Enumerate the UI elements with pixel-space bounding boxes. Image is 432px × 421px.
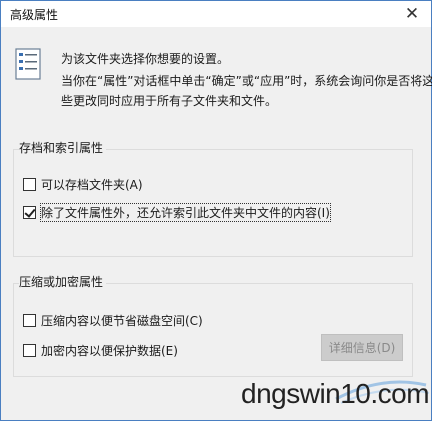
intro-text-line-3: 些更改同时应用于所有子文件夹和文件。 [61,94,278,108]
intro-text-line-1: 为该文件夹选择你想要的设置。 [61,52,230,66]
archive-checkbox-label: 可以存档文件夹(A) [41,178,143,192]
compress-encrypt-group-label: 压缩或加密属性 [19,273,107,290]
compress-checkbox[interactable] [23,314,36,327]
encrypt-checkbox-row[interactable]: 加密内容以便保护数据(E) [23,342,178,359]
encrypt-checkbox[interactable] [23,344,36,357]
details-button[interactable]: 详细信息(D) [321,334,403,361]
compress-encrypt-groupbox [13,283,413,377]
index-content-checkbox[interactable] [23,206,36,219]
compress-checkbox-label: 压缩内容以便节省磁盘空间(C) [41,314,203,328]
watermark-text: dngswin10.com [241,378,430,409]
advanced-attributes-dialog: 高级属性 ✕ 为该文件夹选择你想要的设置。 当你在“属性”对话框中单击“确定”或… [0,0,432,421]
index-content-checkbox-row[interactable]: 除了文件属性外，还允许索引此文件夹中文件的内容(I) [23,203,331,222]
close-icon[interactable]: ✕ [393,1,431,27]
title-bar[interactable]: 高级属性 ✕ [1,1,431,27]
window-title: 高级属性 [10,8,59,22]
intro-text-line-2: 当你在“属性”对话框中单击“确定”或“应用”时，系统会询问你是否将这 [61,74,432,88]
archive-index-groupbox [13,149,413,257]
archive-checkbox[interactable] [23,178,36,191]
settings-document-icon [15,48,41,80]
index-content-checkbox-label: 除了文件属性外，还允许索引此文件夹中文件的内容(I) [40,203,331,222]
archive-index-group-label: 存档和索引属性 [19,139,107,156]
encrypt-checkbox-label: 加密内容以便保护数据(E) [41,344,178,358]
compress-checkbox-row[interactable]: 压缩内容以便节省磁盘空间(C) [23,312,203,329]
archive-checkbox-row[interactable]: 可以存档文件夹(A) [23,176,143,193]
